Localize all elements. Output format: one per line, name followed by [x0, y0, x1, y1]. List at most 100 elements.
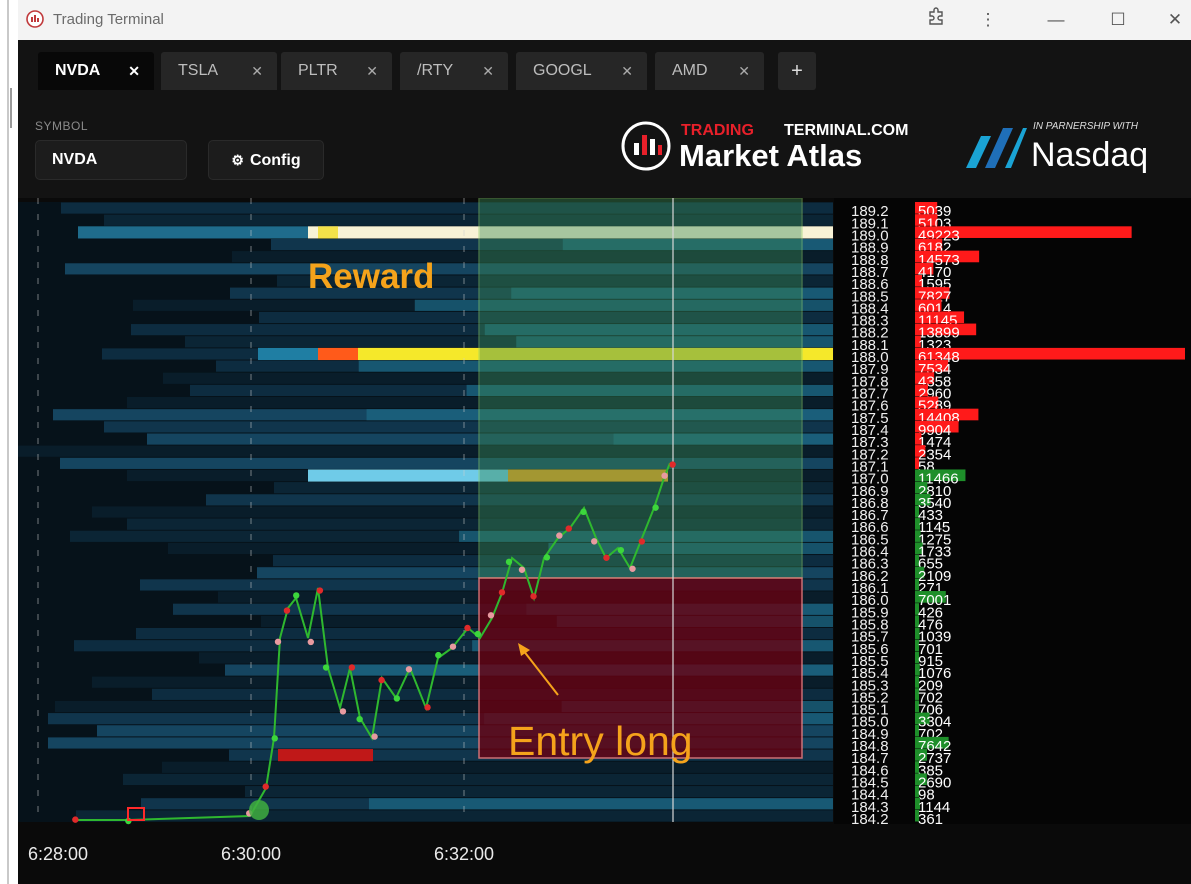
app-window: Trading Terminal ⋮ — ☐ ✕ NVDA ✕ TSLA ✕ P… [18, 0, 1191, 884]
heatmap-row [76, 810, 833, 822]
liquidity-band [318, 226, 338, 239]
market-atlas-logo: TRADING TERMINAL.COM Market Atlas [621, 121, 908, 173]
liquidity-band [78, 226, 308, 239]
trade-dot [293, 592, 300, 599]
trade-dot [271, 735, 278, 742]
trade-dot [371, 733, 378, 740]
tab-bar: NVDA ✕ TSLA ✕ PLTR ✕ /RTY ✕ GOOGL ✕ AMD … [18, 40, 1191, 98]
trade-dot [474, 630, 482, 638]
trade-dot [322, 664, 330, 671]
trade-dot [543, 554, 551, 561]
add-tab-button[interactable]: + [778, 52, 816, 90]
reward-annotation: Reward [308, 257, 435, 296]
heatmap-row [245, 786, 833, 798]
trade-dot [405, 666, 413, 673]
trade-dot [487, 612, 495, 619]
trade-dot [556, 532, 563, 539]
close-tab-icon[interactable]: ✕ [366, 52, 378, 90]
product-name: Market Atlas [679, 138, 862, 173]
trade-dot [617, 546, 625, 554]
trade-dot [498, 589, 506, 596]
trade-dot [72, 816, 79, 823]
close-tab-icon[interactable]: ✕ [128, 52, 140, 90]
partner-note: IN PARNERSHIP WITH [1033, 121, 1139, 132]
trade-dot [565, 525, 572, 532]
entry-annotation: Entry long [508, 718, 693, 764]
trade-dot [274, 638, 282, 645]
close-tab-icon[interactable]: ✕ [251, 52, 263, 90]
partner-name: Nasdaq [1031, 136, 1148, 174]
liquidity-band [318, 347, 358, 361]
trade-dot [393, 695, 401, 702]
symbol-input[interactable]: NVDA [35, 140, 187, 180]
heatmap-row [123, 773, 833, 786]
trade-dot [518, 566, 526, 573]
trade-dot [464, 624, 471, 632]
heatmap-liquidity [368, 798, 833, 810]
trade-dot [424, 704, 431, 711]
book-size: 361 [918, 811, 943, 828]
trade-dot [435, 651, 442, 659]
heatmap-row [162, 761, 833, 773]
toolbar: SYMBOL NVDA ⚙ Config TRADING TERMINAL.COM… [18, 98, 1191, 198]
liquidity-band [308, 469, 508, 482]
trade-dot [661, 472, 668, 479]
time-axis-label: 6:30:00 [221, 844, 281, 864]
tab-label: NVDA [55, 62, 101, 79]
trade-dot [339, 708, 347, 715]
heatmap-chart[interactable]: 189.2 5039 189.1 5103 189.0 49223 188.9 6182 188… [18, 198, 1191, 884]
nasdaq-logo: IN PARNERSHIP WITH Nasdaq [966, 121, 1148, 174]
trade-dot [378, 676, 385, 684]
brand-suffix: TERMINAL.COM [784, 122, 908, 139]
brand-prefix: TRADING [681, 122, 754, 139]
tab-label: GOOGL [533, 62, 592, 79]
trade-dot [580, 508, 587, 516]
maximize-icon[interactable]: ☐ [1098, 6, 1138, 34]
time-axis-label: 6:28:00 [28, 844, 88, 864]
trade-dot [449, 643, 457, 650]
close-tab-icon[interactable]: ✕ [482, 52, 494, 90]
close-window-icon[interactable]: ✕ [1155, 6, 1191, 34]
trade-dot [603, 554, 610, 561]
trade-dot [307, 638, 315, 646]
close-tab-icon[interactable]: ✕ [621, 52, 633, 90]
tab-label: AMD [672, 62, 708, 79]
trade-dot [530, 593, 537, 600]
trade-dot [652, 504, 659, 511]
more-options-icon[interactable]: ⋮ [968, 6, 1008, 34]
gear-icon: ⚙ [231, 152, 244, 168]
tab-label: TSLA [178, 62, 219, 79]
trade-dot [348, 664, 356, 671]
trade-dot [669, 461, 676, 468]
time-axis-label: 6:32:00 [434, 844, 494, 864]
book-price: 184.2 [851, 811, 889, 828]
close-tab-icon[interactable]: ✕ [738, 52, 750, 90]
extensions-icon[interactable] [916, 6, 956, 34]
symbol-label: SYMBOL [35, 119, 89, 133]
minimize-icon[interactable]: — [1036, 6, 1076, 34]
tab-pltr[interactable]: PLTR ✕ [281, 52, 392, 90]
trade-dot [505, 558, 513, 566]
trade-dot [591, 538, 598, 545]
tab-tsla[interactable]: TSLA ✕ [161, 52, 277, 90]
tab-nvda[interactable]: NVDA ✕ [38, 52, 154, 90]
trade-dot [316, 587, 324, 594]
reward-zone [478, 198, 803, 579]
trade-dot [629, 565, 636, 572]
chart-canvas[interactable]: 189.2 5039189.1 5103189.0 49223188.9 6182188… [18, 198, 1191, 884]
trade-dot [356, 715, 363, 723]
trade-bubble [249, 800, 269, 820]
desktop-edge [0, 0, 18, 884]
tab-rty[interactable]: /RTY ✕ [400, 52, 508, 90]
window-title: Trading Terminal [53, 11, 164, 28]
trade-dot [283, 607, 291, 614]
liquidity-band [258, 347, 318, 361]
config-label: Config [249, 152, 301, 169]
tab-googl[interactable]: GOOGL ✕ [516, 52, 647, 90]
tab-label: PLTR [298, 62, 338, 79]
config-button[interactable]: ⚙ Config [208, 140, 324, 180]
title-bar: Trading Terminal ⋮ — ☐ ✕ [18, 0, 1191, 40]
tab-amd[interactable]: AMD ✕ [655, 52, 764, 90]
trade-dot [638, 538, 646, 545]
app-icon [26, 10, 44, 28]
